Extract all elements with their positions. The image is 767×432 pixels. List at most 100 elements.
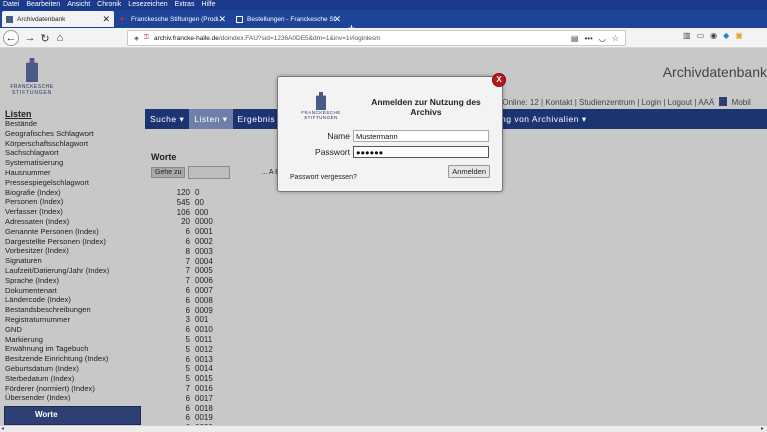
sidebar-item[interactable]: GND <box>5 325 145 335</box>
menu-item[interactable]: Hilfe <box>201 0 215 10</box>
word-row[interactable]: 6 0001 <box>168 227 213 237</box>
sidebar-item[interactable]: Geburtsdatum (Index) <box>5 364 145 374</box>
word-row[interactable]: 6 0002 <box>168 237 213 247</box>
word-row[interactable]: 7 0004 <box>168 257 213 267</box>
word-value[interactable]: 0011 <box>195 335 212 345</box>
tab-archivdatenbank[interactable]: Archivdatenbank ✕ <box>2 11 114 27</box>
close-tab-icon[interactable]: ✕ <box>333 14 341 25</box>
main-nav-item[interactable]: Suche ▾ <box>145 109 189 129</box>
sidebar-item[interactable]: Pressespiegelschlagwort <box>5 178 145 188</box>
sidebar-item[interactable]: Bestände <box>5 119 145 129</box>
word-row[interactable]: 6 0010 <box>168 325 213 335</box>
goto-input[interactable] <box>188 166 231 179</box>
word-value[interactable]: 0006 <box>195 276 213 286</box>
word-row[interactable]: 6 0013 <box>168 355 213 365</box>
sidebar-item[interactable]: Ländercode (Index) <box>5 295 145 305</box>
sidebar-item[interactable]: Erwähnung im Tagebuch <box>5 344 145 354</box>
close-tab-icon[interactable]: ✕ <box>218 14 226 25</box>
word-row[interactable]: 106 000 <box>168 208 213 218</box>
word-value[interactable]: 000 <box>195 208 208 218</box>
word-value[interactable]: 0015 <box>195 374 213 384</box>
sidebar-item[interactable]: Systematisierung <box>5 158 145 168</box>
scroll-left-icon[interactable]: ◂ <box>1 425 4 432</box>
word-value[interactable]: 0017 <box>195 394 213 404</box>
close-icon[interactable]: X <box>492 73 506 87</box>
word-value[interactable]: 00 <box>195 198 204 208</box>
word-value[interactable]: 0010 <box>195 325 213 335</box>
sidebar-item[interactable]: Dargestellte Personen (Index) <box>5 237 145 247</box>
sidebar-item[interactable]: Dokumentenart <box>5 286 145 296</box>
word-value[interactable]: 0012 <box>195 345 213 355</box>
word-value[interactable]: 0002 <box>195 237 213 247</box>
menu-item[interactable]: Chronik <box>97 0 121 10</box>
word-value[interactable]: 0 <box>195 188 199 198</box>
menu-item[interactable]: Lesezeichen <box>128 0 167 10</box>
sidebar-item[interactable]: Sachschlagwort <box>5 148 145 158</box>
sidebar-item[interactable]: Übersender (Index) <box>5 393 145 403</box>
more-actions-icon[interactable]: ••• <box>584 34 592 43</box>
sidebar-heading[interactable]: Listen <box>5 109 145 119</box>
word-row[interactable]: 6 0007 <box>168 286 213 296</box>
reload-icon[interactable]: ↻ <box>37 30 53 46</box>
word-row[interactable]: 3 001 <box>168 315 213 325</box>
sidebar-item[interactable]: Vorbesitzer (Index) <box>5 246 145 256</box>
sidebar-item[interactable]: Hausnummer <box>5 168 145 178</box>
word-value[interactable]: 0005 <box>195 266 213 276</box>
pocket-icon[interactable]: ◡ <box>599 34 606 43</box>
forgot-password-link[interactable]: Passwort vergessen? <box>290 174 357 181</box>
sidebar-item[interactable]: Biografie (Index) <box>5 188 145 198</box>
shield-icon[interactable]: ◈ <box>134 34 139 42</box>
word-value[interactable]: 0013 <box>195 355 213 365</box>
tab-franckesche-stiftungen[interactable]: ♥ Franckesche Stiftungen (Producti ✕ <box>116 11 230 27</box>
word-value[interactable]: 0007 <box>195 286 213 296</box>
word-row[interactable]: 8 0003 <box>168 247 213 257</box>
horizontal-scrollbar[interactable]: ◂ ▸ <box>0 425 767 432</box>
menu-item[interactable]: Ansicht <box>67 0 90 10</box>
extension-icon[interactable]: ◆ <box>723 31 729 40</box>
sidebar-item[interactable]: Körperschaftsschlagwort <box>5 139 145 149</box>
word-row[interactable]: 7 0016 <box>168 384 213 394</box>
mobil-link[interactable]: Mobil <box>732 98 751 107</box>
tab-bestellungen[interactable]: Bestellungen - Franckesche Stiftu ✕ <box>232 11 345 27</box>
sidebar-item[interactable]: Förderer (normiert) (Index) <box>5 384 145 394</box>
menu-item[interactable]: Bearbeiten <box>26 0 60 10</box>
sidebar-item[interactable]: Adressaten (Index) <box>5 217 145 227</box>
word-value[interactable]: 0014 <box>195 364 213 374</box>
sidebar-item[interactable]: Registraturnummer <box>5 315 145 325</box>
word-row[interactable]: 5 0011 <box>168 335 213 345</box>
sidebar-item[interactable]: Laufzeit/Datierung/Jahr (Index) <box>5 266 145 276</box>
login-button[interactable]: Anmelden <box>448 165 490 178</box>
account-icon[interactable]: ◉ <box>710 31 717 40</box>
word-row[interactable]: 20 0000 <box>168 217 213 227</box>
back-icon[interactable]: ← <box>3 30 19 46</box>
reader-view-icon[interactable]: ▤ <box>571 34 579 43</box>
home-icon[interactable]: ⌂ <box>52 30 68 46</box>
word-value[interactable]: 0008 <box>195 296 213 306</box>
word-value[interactable]: 0000 <box>195 217 213 227</box>
sidebar-item[interactable]: Markierung <box>5 335 145 345</box>
menu-item[interactable]: Datei <box>3 0 19 10</box>
word-value[interactable]: 0004 <box>195 257 213 267</box>
word-row[interactable]: 7 0005 <box>168 266 213 276</box>
sidebar-item[interactable]: Sterbedatum (Index) <box>5 374 145 384</box>
goto-button[interactable]: Gehe zu <box>151 167 186 178</box>
extension-icon-2[interactable]: ▣ <box>735 31 743 40</box>
scroll-right-icon[interactable]: ▸ <box>761 425 764 432</box>
name-field[interactable]: Mustermann <box>353 130 489 142</box>
word-value[interactable]: 0019 <box>195 413 213 423</box>
word-row[interactable]: 6 0018 <box>168 404 213 414</box>
word-row[interactable]: 6 0019 <box>168 413 213 423</box>
insecure-lock-icon[interactable]: ⚿ <box>144 34 149 42</box>
sidebar-item[interactable]: Verfasser (Index) <box>5 207 145 217</box>
sidebar-toggle-icon[interactable]: ▭ <box>697 31 705 40</box>
main-nav-item[interactable]: Listen ▾ <box>189 109 233 129</box>
sidebar-item[interactable]: Personen (Index) <box>5 197 145 207</box>
sidebar-item[interactable]: Besitzende Einrichtung (Index) <box>5 354 145 364</box>
sidebar-item[interactable]: Sprache (Index) <box>5 276 145 286</box>
word-value[interactable]: 0018 <box>195 404 213 414</box>
sidebar-item[interactable]: Genannte Personen (Index) <box>5 227 145 237</box>
password-field[interactable]: ●●●●●● <box>353 146 489 158</box>
url-bar[interactable]: ◈ ⚿ archiv.francke-halle.de /doindex.FAU… <box>127 30 626 46</box>
forward-icon[interactable]: → <box>22 30 38 46</box>
sidebar-active-worte[interactable]: Worte <box>4 406 141 425</box>
